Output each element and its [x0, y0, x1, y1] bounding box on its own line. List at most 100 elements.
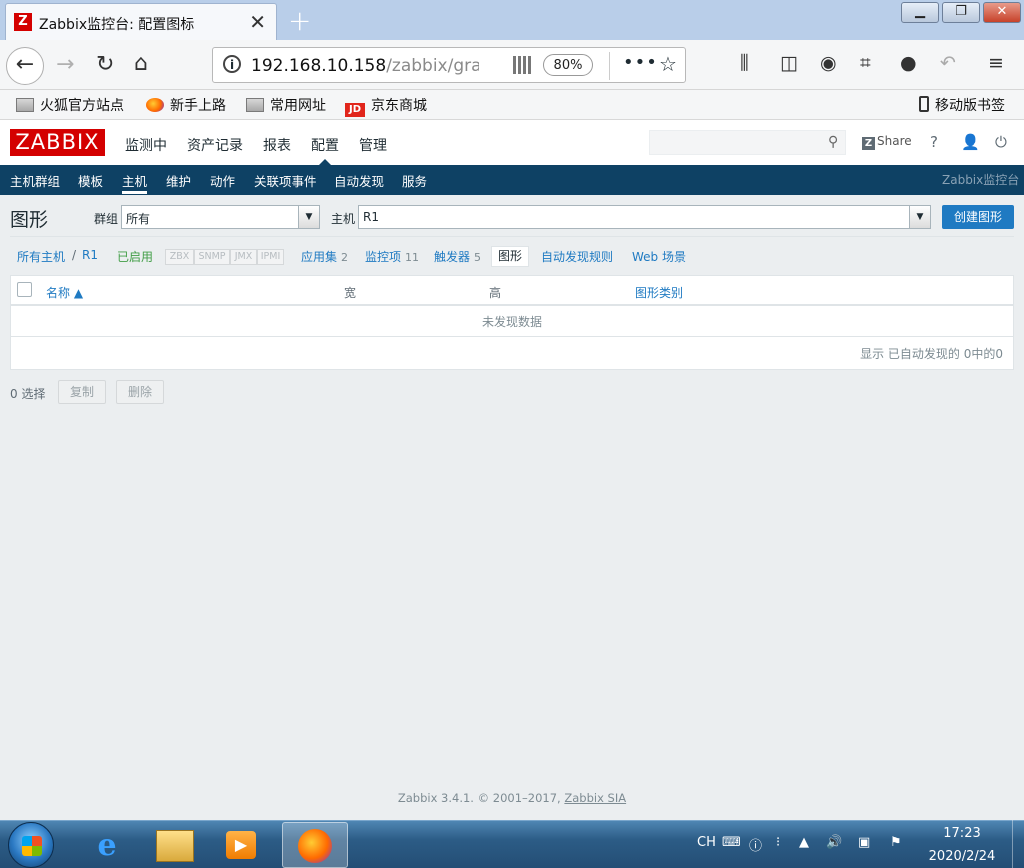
windows-logo-icon [22, 836, 42, 856]
search-icon[interactable]: ⚲ [828, 134, 838, 150]
active-submenu-underline [122, 191, 147, 194]
user-profile-icon[interactable]: 👤 [961, 133, 980, 151]
zoom-level-button[interactable]: 80% [543, 54, 593, 76]
logout-power-icon[interactable]: ⏻ [995, 133, 1007, 151]
column-width: 宽 [344, 286, 357, 300]
close-window-button[interactable]: ✕ [983, 2, 1021, 23]
top-menu-monitoring[interactable]: 监测中 [125, 135, 167, 155]
library-icon[interactable]: ⫼ [740, 52, 749, 74]
address-bar[interactable]: i 192.168.10.158/zabbix/grap 80% ••• ☆ [212, 47, 686, 83]
more-actions-icon[interactable]: ••• [623, 52, 658, 73]
forward-arrow-icon[interactable]: → [56, 52, 74, 77]
maximize-window-button[interactable]: ❐ [942, 2, 980, 23]
sub-menu-host-groups[interactable]: 主机群组 [10, 171, 60, 190]
firefox-icon [146, 98, 164, 112]
taskbar-media-player[interactable]: ▶ [208, 822, 274, 868]
share-link[interactable]: Z Share [862, 134, 912, 150]
host-status-enabled[interactable]: 已启用 [117, 248, 153, 265]
new-tab-icon[interactable]: + [288, 4, 311, 37]
site-info-icon[interactable]: i [223, 55, 241, 73]
taskbar-file-explorer[interactable] [142, 822, 208, 868]
action-center-flag-icon[interactable]: ⚑ [890, 835, 902, 850]
minimize-window-button[interactable]: ▁ [901, 2, 939, 23]
mobile-bookmarks[interactable]: 移动版书签 [919, 95, 1005, 115]
keyboard-icon[interactable]: ⌨ [722, 835, 741, 850]
show-desktop-button[interactable] [1012, 820, 1024, 868]
delete-button[interactable]: 删除 [116, 380, 164, 404]
volume-icon[interactable]: 🔊 [826, 835, 842, 850]
bookmark-common-sites[interactable]: 常用网址 [246, 95, 326, 115]
account-sync-icon[interactable]: ◉ [820, 52, 837, 74]
close-tab-icon[interactable]: ✕ [249, 10, 266, 34]
taskbar-internet-explorer[interactable]: e [74, 822, 140, 868]
zabbix-logo[interactable]: ZABBIX [10, 129, 105, 156]
taskbar-firefox[interactable] [282, 822, 348, 868]
host-nav-discovery-rules[interactable]: 自动发现规则 [541, 248, 613, 265]
zabbix-sia-link[interactable]: Zabbix SIA [564, 791, 626, 805]
host-nav-triggers[interactable]: 触发器 5 [434, 248, 481, 265]
host-nav-applications[interactable]: 应用集 2 [301, 248, 348, 265]
page-footer: Zabbix 3.4.1. © 2001–2017, Zabbix SIA [397, 791, 627, 805]
qr-code-icon[interactable] [513, 56, 531, 74]
bookmark-star-icon[interactable]: ☆ [659, 52, 677, 76]
ime-indicator[interactable]: CH [697, 835, 716, 850]
home-icon[interactable]: ⌂ [134, 51, 148, 76]
show-hidden-icons-arrow-icon[interactable]: ▲ [799, 835, 809, 850]
chat-bubble-icon[interactable]: ● [900, 52, 917, 74]
status-ipmi: IPMI [257, 249, 284, 265]
column-graph-type[interactable]: 图形类别 [635, 284, 683, 301]
breadcrumb-host[interactable]: R1 [82, 248, 98, 262]
file-explorer-icon [156, 830, 194, 862]
sub-menu-maintenance[interactable]: 维护 [166, 171, 191, 190]
hamburger-menu-icon[interactable]: ≡ [988, 52, 1004, 74]
breadcrumb-all-hosts[interactable]: 所有主机 [17, 248, 65, 265]
bookmark-firefox-official[interactable]: 火狐官方站点 [16, 95, 124, 115]
chevron-down-icon: ▼ [298, 206, 319, 228]
help-tray-icon[interactable]: ⓘ [749, 835, 762, 854]
create-graph-button[interactable]: 创建图形 [942, 205, 1014, 229]
sub-menu-templates[interactable]: 模板 [78, 171, 103, 190]
back-arrow-icon[interactable]: ← [6, 47, 44, 85]
top-menu-reports[interactable]: 报表 [263, 135, 291, 155]
sub-menu-services[interactable]: 服务 [402, 171, 427, 190]
column-height: 高 [489, 286, 502, 300]
group-label: 群组 [94, 212, 119, 226]
undo-icon[interactable]: ↶ [940, 52, 956, 74]
column-name-sort[interactable]: 名称 ▲ [46, 284, 83, 301]
reload-icon[interactable]: ↻ [96, 52, 114, 77]
sub-menu-discovery[interactable]: 自动发现 [334, 171, 384, 190]
network-icon[interactable]: ▣ [858, 835, 870, 850]
status-snmp: SNMP [194, 249, 230, 265]
top-menu-administration[interactable]: 管理 [359, 135, 387, 155]
sub-menu-event-correlation[interactable]: 关联项事件 [254, 171, 317, 190]
page-title: 图形 [10, 209, 49, 231]
browser-tab[interactable]: Z Zabbix监控台: 配置图标 ✕ [5, 3, 277, 40]
sidebar-icon[interactable]: ◫ [780, 52, 798, 74]
global-search-input[interactable] [649, 130, 846, 155]
input-settings-icon[interactable]: ⁝ [776, 835, 780, 850]
clock-time[interactable]: 17:23 [930, 826, 994, 841]
copy-button[interactable]: 复制 [58, 380, 106, 404]
start-button[interactable] [8, 822, 54, 868]
sub-menu-actions[interactable]: 动作 [210, 171, 235, 190]
clock-date[interactable]: 2020/2/24 [922, 849, 1002, 864]
media-player-icon: ▶ [226, 831, 256, 859]
host-nav-items[interactable]: 监控项 11 [365, 248, 419, 265]
screenshot-crop-icon[interactable]: ⌗ [860, 52, 871, 74]
host-select[interactable]: R1 ▼ [358, 205, 931, 229]
url-text[interactable]: 192.168.10.158/zabbix/grap [251, 56, 479, 76]
top-menu-inventory[interactable]: 资产记录 [187, 135, 243, 155]
bookmark-jd-mall[interactable]: JD 京东商城 [345, 95, 427, 117]
header-divider [10, 236, 1014, 237]
sub-menu-hosts[interactable]: 主机 [122, 171, 147, 190]
bookmark-getting-started[interactable]: 新手上路 [146, 95, 226, 115]
group-select[interactable]: 所有 ▼ [121, 205, 320, 229]
host-nav-web-scenarios[interactable]: Web 场景 [632, 248, 686, 265]
urlbar-divider [609, 52, 610, 80]
select-all-checkbox[interactable] [17, 282, 32, 297]
host-select-value: R1 [363, 210, 379, 224]
host-nav-graphs[interactable]: 图形 [491, 246, 529, 267]
help-icon[interactable]: ? [930, 133, 938, 151]
server-name: Zabbix监控台 [942, 173, 1020, 187]
top-menu-configuration[interactable]: 配置 [311, 135, 339, 155]
